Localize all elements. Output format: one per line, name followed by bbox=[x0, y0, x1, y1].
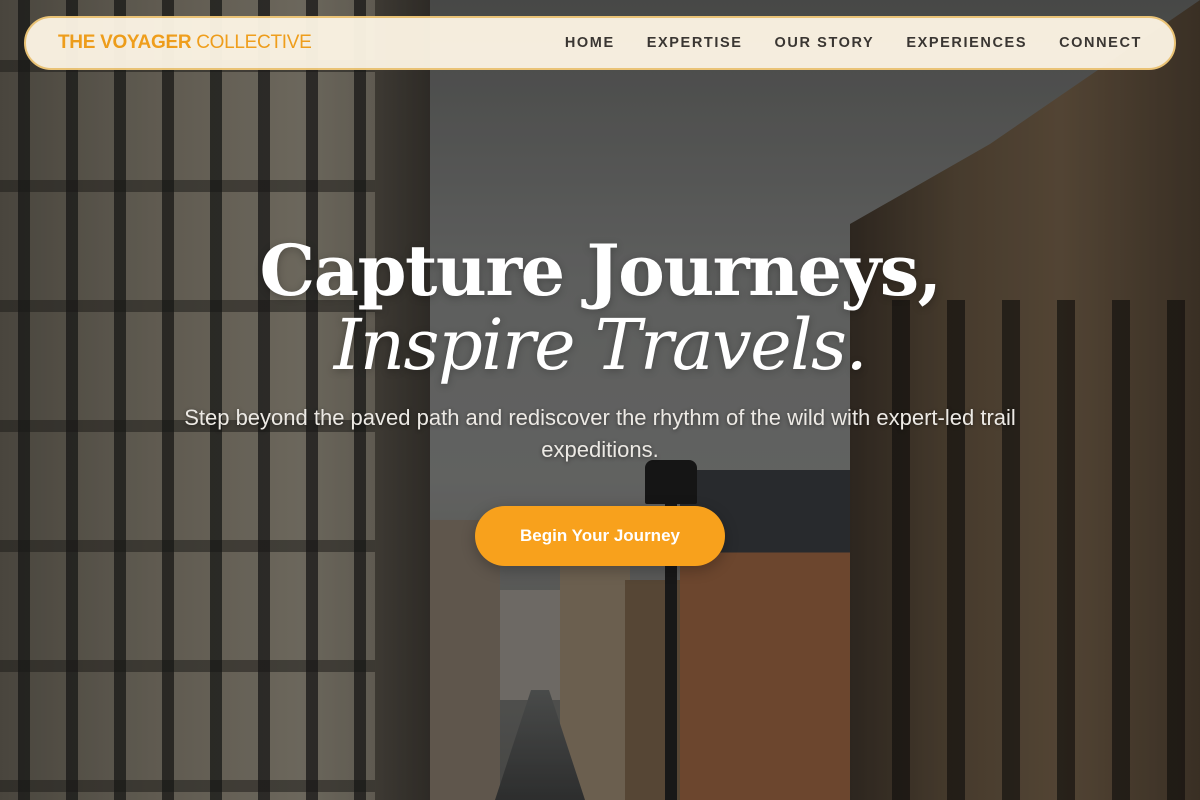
hero-headline-line2: Inspire Travels. bbox=[333, 304, 868, 386]
begin-journey-button[interactable]: Begin Your Journey bbox=[475, 506, 725, 566]
hero-subtext: Step beyond the paved path and rediscove… bbox=[184, 405, 1016, 462]
hero-headline-line1: Capture Journeys, bbox=[259, 229, 943, 312]
hero-section: Capture Journeys, Inspire Travels. Step … bbox=[0, 0, 1200, 800]
